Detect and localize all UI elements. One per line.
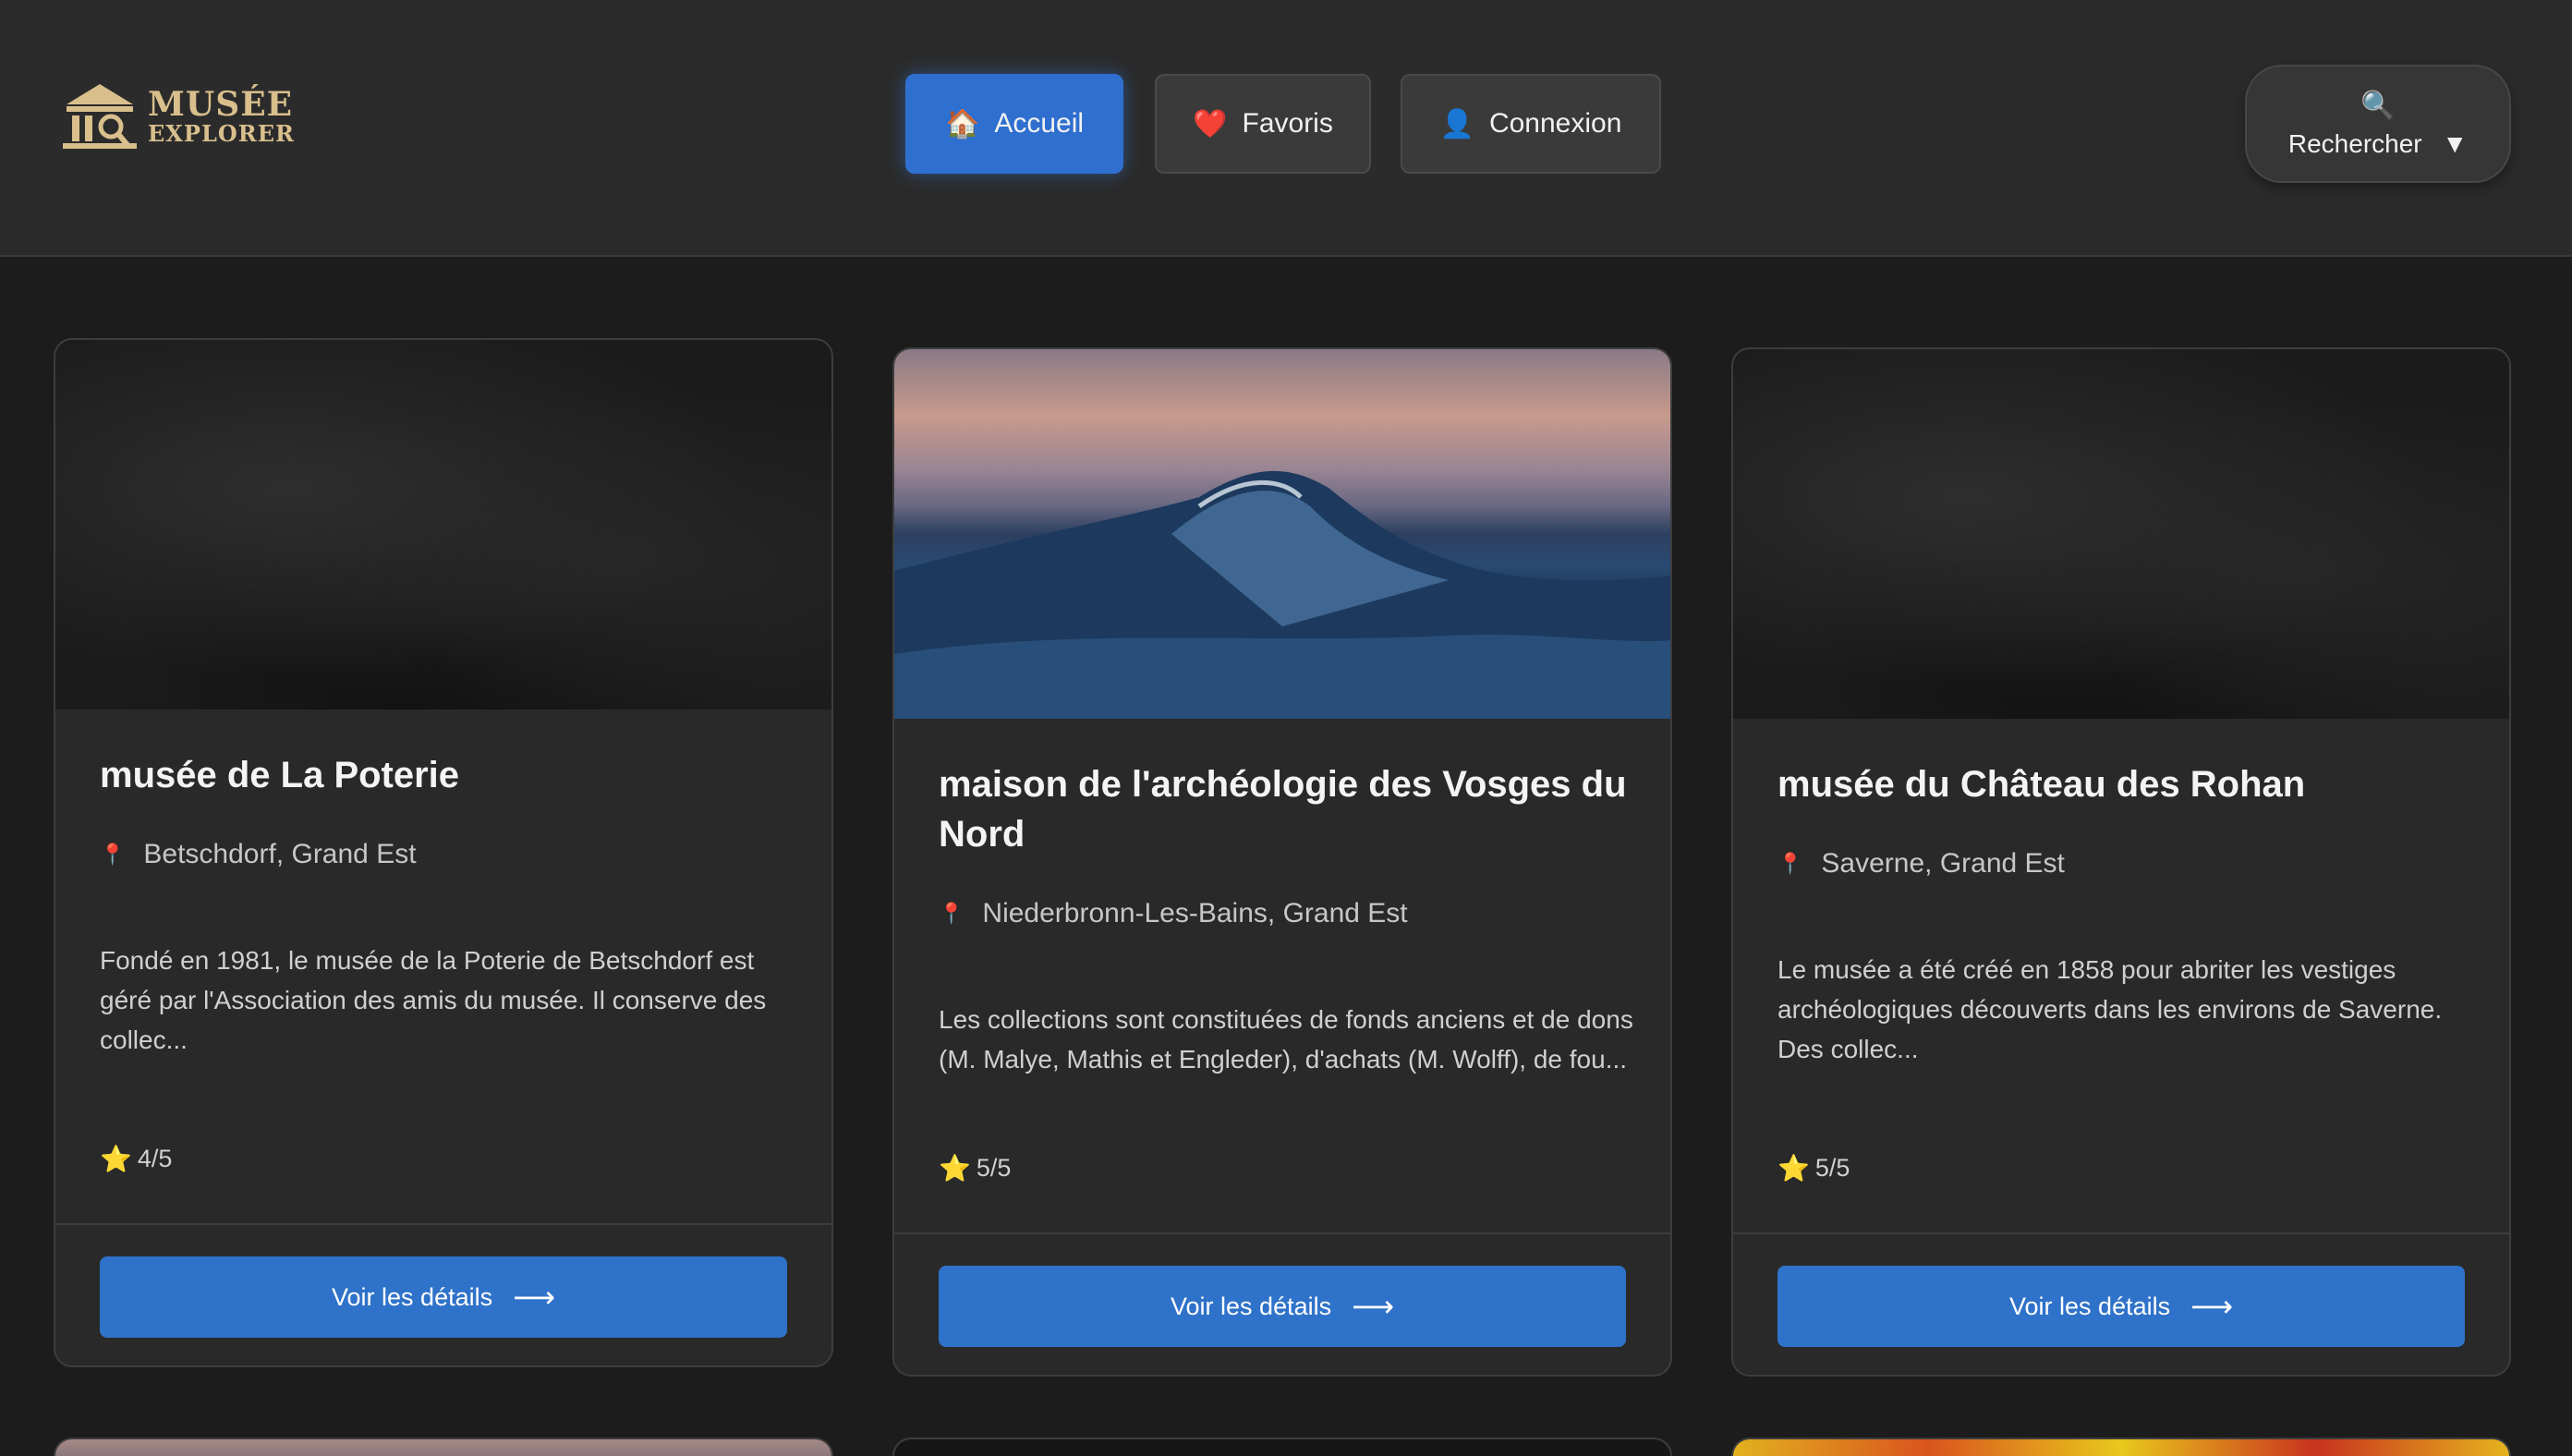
card-location-text: Niederbronn-Les-Bains, Grand Est [982,898,1408,928]
card-location-text: Saverne, Grand Est [1821,848,2065,879]
card-location: 📍 Betschdorf, Grand Est [100,839,417,870]
nav-accueil-label: Accueil [994,108,1085,139]
card-description: Fondé en 1981, le musée de la Poterie de… [100,946,767,1054]
card-title[interactable]: musée de La Poterie [100,750,793,800]
star-icon: ⭐ [100,1145,132,1173]
search-label-row: Rechercher ▼ [2288,129,2468,159]
arrow-right-icon: ⟶ [2190,1290,2233,1323]
card-rating-value: 5/5 [976,1154,1012,1182]
card-image [894,349,1670,719]
search-dropdown-button[interactable]: 🔍 Rechercher ▼ [2245,65,2511,183]
search-label: Rechercher [2287,128,2422,158]
card-rating-value: 4/5 [137,1145,173,1172]
card-rating: ⭐ 5/5 [939,1153,1011,1183]
view-details-label: Voir les détails [1171,1292,1332,1320]
card-description: Les collections sont constituées de fond… [939,1005,1633,1074]
museum-card: musée de La Poterie 📍 Betschdorf, Grand … [54,338,833,1367]
search-icon: 🔍 [2360,90,2396,121]
card-location: 📍 Saverne, Grand Est [1777,848,2065,880]
view-details-label: Voir les détails [2009,1292,2171,1320]
card-divider [1733,1232,2509,1234]
card-location-text: Betschdorf, Grand Est [143,839,417,869]
top-header: MUSÉE EXPLORER 🏠 Accueil ❤️ Favoris 👤 Co… [0,0,2572,257]
pin-icon: 📍 [939,902,964,925]
nav-favoris-button[interactable]: ❤️ Favoris [1155,74,1371,174]
museum-card: maison de l'archéologie des Vosges du No… [892,347,1672,1377]
card-location: 📍 Niederbronn-Les-Bains, Grand Est [939,898,1408,929]
card-description: Le musée a été créé en 1858 pour abriter… [1777,955,2443,1063]
card-rating-value: 5/5 [1814,1154,1850,1182]
view-details-button[interactable]: Voir les détails ⟶ [939,1266,1626,1347]
heart-icon: ❤️ [1193,108,1228,140]
card-title[interactable]: musée du Château des Rohan [1777,759,2470,809]
card-rating: ⭐ 4/5 [100,1144,172,1174]
logo-line-2: EXPLORER [148,120,295,147]
card-rating: ⭐ 5/5 [1777,1153,1850,1183]
card-divider [894,1232,1670,1234]
site-logo[interactable]: MUSÉE EXPLORER [61,78,294,155]
museum-card-peek [54,1438,833,1456]
home-icon: 🏠 [944,108,980,140]
museum-icon [63,84,137,149]
pin-icon: 📍 [100,843,126,866]
wave-illustration [894,470,1670,719]
card-image [1733,349,2509,719]
view-details-button[interactable]: Voir les détails ⟶ [100,1256,787,1338]
museum-card: musée du Château des Rohan 📍 Saverne, Gr… [1731,347,2511,1377]
museum-card-peek [1731,1438,2511,1456]
pin-icon: 📍 [1777,852,1803,875]
view-details-button[interactable]: Voir les détails ⟶ [1777,1266,2465,1347]
card-image [55,340,831,710]
card-title[interactable]: maison de l'archéologie des Vosges du No… [939,759,1632,859]
arrow-right-icon: ⟶ [1352,1290,1394,1323]
star-icon: ⭐ [1777,1154,1810,1183]
chevron-down-icon: ▼ [2442,128,2469,158]
nav-accueil-button[interactable]: 🏠 Accueil [905,74,1123,174]
museum-card-peek [892,1438,1672,1456]
card-divider [55,1223,831,1225]
user-icon: 👤 [1439,108,1474,140]
nav-connexion-button[interactable]: 👤 Connexion [1401,74,1661,174]
logo-line-1: MUSÉE [148,85,294,124]
nav-favoris-label: Favoris [1242,108,1333,139]
logo-wordmark: MUSÉE EXPLORER [148,88,295,145]
arrow-right-icon: ⟶ [513,1280,555,1314]
nav-connexion-label: Connexion [1488,108,1622,139]
view-details-label: Voir les détails [332,1282,493,1311]
star-icon: ⭐ [939,1154,971,1183]
